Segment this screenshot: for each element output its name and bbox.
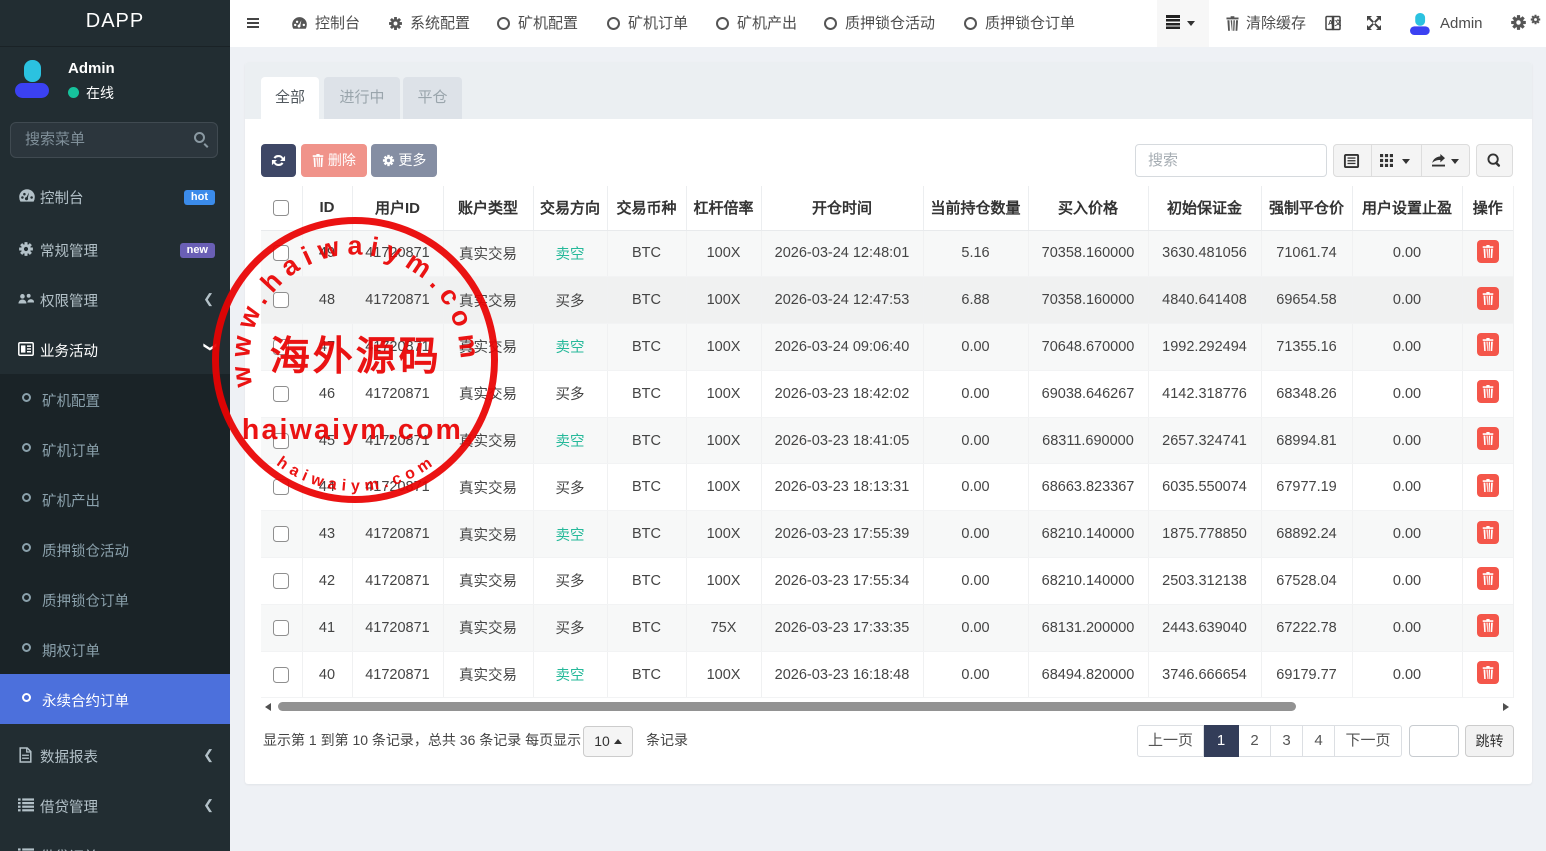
- svg-text:haiwaiym.com: haiwaiym.com: [242, 414, 463, 446]
- svg-text:海外源码: 海外源码: [270, 334, 442, 379]
